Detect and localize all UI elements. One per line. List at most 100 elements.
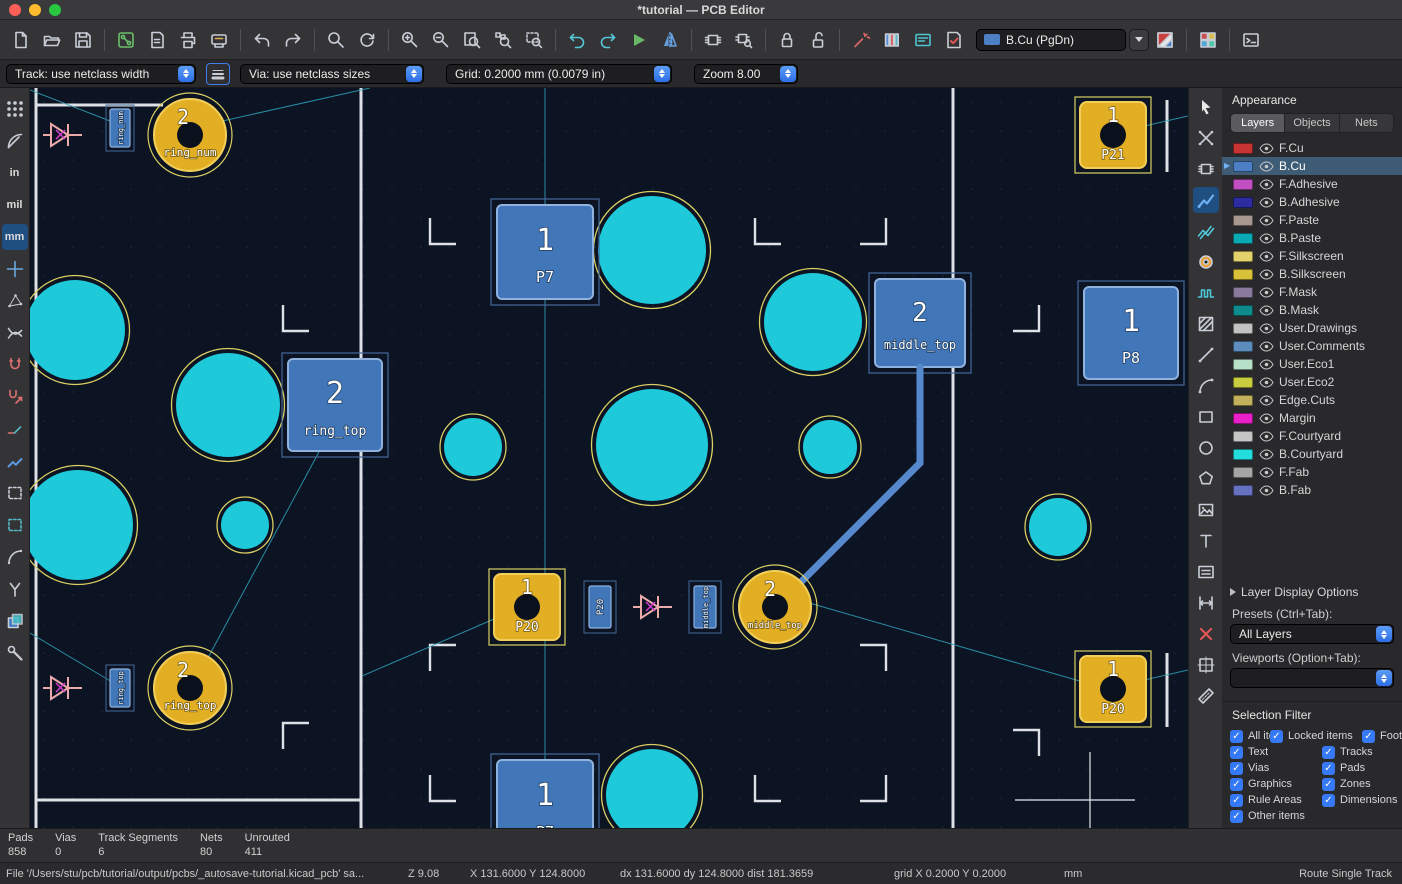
selection-filter-checkbox[interactable]: Graphics bbox=[1230, 776, 1322, 792]
flip-board-view-button[interactable] bbox=[624, 25, 654, 55]
zoom-to-selection-button[interactable] bbox=[519, 25, 549, 55]
track-width-menu-button[interactable] bbox=[206, 63, 230, 85]
layer-color-swatch[interactable] bbox=[1233, 359, 1253, 370]
pad-p7-bottom[interactable]: 1 P7 bbox=[491, 754, 599, 828]
pcb-canvas[interactable]: 1 P7 2 ring_top 2 middle_top bbox=[30, 88, 1188, 828]
ratsnest-visibility-button[interactable] bbox=[2, 288, 28, 314]
selection-filter-checkbox[interactable]: Vias bbox=[1230, 760, 1322, 776]
canvas-area[interactable]: 1 P7 2 ring_top 2 middle_top bbox=[30, 88, 1188, 828]
mirror-view-button[interactable] bbox=[655, 25, 685, 55]
layer-color-swatch[interactable] bbox=[1233, 323, 1253, 334]
place-dimension-button[interactable] bbox=[1193, 590, 1219, 616]
layer-row[interactable]: B.Fab bbox=[1222, 481, 1402, 499]
split-tracks-button[interactable] bbox=[2, 576, 28, 602]
layer-row[interactable]: F.Cu bbox=[1222, 139, 1402, 157]
draw-rectangle-button[interactable] bbox=[1193, 404, 1219, 430]
find-button[interactable] bbox=[321, 25, 351, 55]
pad-p20-right[interactable]: 1 P20 bbox=[1075, 651, 1151, 727]
layer-color-swatch[interactable] bbox=[1233, 179, 1253, 190]
layer-row[interactable]: B.Courtyard bbox=[1222, 445, 1402, 463]
undo-button[interactable] bbox=[247, 25, 277, 55]
pad-p21[interactable]: 1 P21 bbox=[1075, 97, 1151, 173]
selection-filter-checkbox[interactable]: Tracks bbox=[1322, 744, 1402, 760]
layer-color-swatch[interactable] bbox=[1233, 395, 1253, 406]
layer-row[interactable]: B.Silkscreen bbox=[1222, 265, 1402, 283]
local-ratsnest-button[interactable] bbox=[1193, 125, 1219, 151]
layer-row[interactable]: B.Mask bbox=[1222, 301, 1402, 319]
place-text-button[interactable] bbox=[1193, 528, 1219, 554]
layer-visibility-eye-icon[interactable] bbox=[1259, 467, 1274, 478]
zoom-window-button[interactable] bbox=[49, 4, 61, 16]
layer-color-swatch[interactable] bbox=[1233, 197, 1253, 208]
layer-row[interactable]: B.Paste bbox=[1222, 229, 1402, 247]
layer-color-swatch[interactable] bbox=[1233, 341, 1253, 352]
layer-color-swatch[interactable] bbox=[1233, 143, 1253, 154]
layer-row[interactable]: User.Eco2 bbox=[1222, 373, 1402, 391]
magnetic-snap-button[interactable] bbox=[2, 352, 28, 378]
pad-small-middle-top[interactable]: middle_top bbox=[689, 581, 721, 633]
delete-tool-button[interactable] bbox=[1193, 621, 1219, 647]
selection-filter-checkbox[interactable]: Pads bbox=[1322, 760, 1402, 776]
close-window-button[interactable] bbox=[9, 4, 21, 16]
zoom-dropdown[interactable]: Zoom 8.00 bbox=[694, 64, 798, 84]
layer-row[interactable]: F.Mask bbox=[1222, 283, 1402, 301]
appearance-tab[interactable]: Objects bbox=[1285, 114, 1339, 132]
pad-ring-top-tht[interactable]: 2 ring_top bbox=[148, 646, 232, 730]
layer-visibility-eye-icon[interactable] bbox=[1259, 431, 1274, 442]
page-settings-button[interactable] bbox=[142, 25, 172, 55]
place-via-button[interactable] bbox=[1193, 249, 1219, 275]
netlist-button[interactable] bbox=[908, 25, 938, 55]
layer-visibility-eye-icon[interactable] bbox=[1259, 179, 1274, 190]
selection-filter-checkbox[interactable]: Dimensions bbox=[1322, 792, 1402, 808]
layer-visibility-eye-icon[interactable] bbox=[1259, 233, 1274, 244]
layer-color-swatch[interactable] bbox=[1233, 233, 1253, 244]
selection-filter-checkbox[interactable]: Locked items bbox=[1270, 728, 1362, 744]
zoom-fit-page-button[interactable] bbox=[457, 25, 487, 55]
appearance-tab[interactable]: Nets bbox=[1340, 114, 1393, 132]
selection-filter-checkbox[interactable]: Zones bbox=[1322, 776, 1402, 792]
edit-tools-button[interactable] bbox=[2, 640, 28, 666]
layer-visibility-eye-icon[interactable] bbox=[1259, 341, 1274, 352]
layer-row[interactable]: B.Adhesive bbox=[1222, 193, 1402, 211]
layer-visibility-eye-icon[interactable] bbox=[1259, 287, 1274, 298]
layer-row[interactable]: Edge.Cuts bbox=[1222, 391, 1402, 409]
selection-filter-checkbox[interactable]: Footprints bbox=[1362, 728, 1402, 744]
layer-color-swatch[interactable] bbox=[1233, 287, 1253, 298]
place-image-button[interactable] bbox=[1193, 497, 1219, 523]
open-board-button[interactable] bbox=[37, 25, 67, 55]
footprint-browser-button[interactable] bbox=[729, 25, 759, 55]
layer-color-swatch[interactable] bbox=[1233, 377, 1253, 388]
layer-visibility-eye-icon[interactable] bbox=[1259, 269, 1274, 280]
toggle-grid-button[interactable] bbox=[2, 96, 28, 122]
tune-track-length-button[interactable] bbox=[1193, 280, 1219, 306]
layer-visibility-eye-icon[interactable] bbox=[1259, 215, 1274, 226]
layer-row[interactable]: F.Paste bbox=[1222, 211, 1402, 229]
zoom-in-button[interactable] bbox=[395, 25, 425, 55]
layer-display-options[interactable]: Layer Display Options bbox=[1230, 585, 1394, 599]
track-posture-button[interactable] bbox=[2, 416, 28, 442]
track-width-dropdown[interactable]: Track: use netclass width bbox=[6, 64, 196, 84]
plot-button[interactable] bbox=[204, 25, 234, 55]
pad-p7-top[interactable]: 1 P7 bbox=[491, 199, 599, 305]
redo-button[interactable] bbox=[278, 25, 308, 55]
layer-row[interactable]: F.Adhesive bbox=[1222, 175, 1402, 193]
viewports-dropdown[interactable] bbox=[1230, 668, 1394, 688]
draw-zone-button[interactable] bbox=[1193, 311, 1219, 337]
add-footprint-button[interactable] bbox=[1193, 156, 1219, 182]
layer-visibility-eye-icon[interactable] bbox=[1259, 377, 1274, 388]
rotate-ccw-button[interactable] bbox=[562, 25, 592, 55]
active-layer-dropdown[interactable]: B.Cu (PgDn) bbox=[976, 29, 1126, 51]
save-board-button[interactable] bbox=[68, 25, 98, 55]
route-differential-pairs-button[interactable] bbox=[1193, 218, 1219, 244]
units-inches-button[interactable]: in bbox=[2, 160, 28, 186]
new-board-button[interactable] bbox=[6, 25, 36, 55]
selection-area-mode-button[interactable] bbox=[2, 480, 28, 506]
layer-color-swatch[interactable] bbox=[1233, 305, 1253, 316]
layer-row[interactable]: Margin bbox=[1222, 409, 1402, 427]
pad-p20-left[interactable]: 1 P20 bbox=[489, 569, 565, 645]
draw-line-button[interactable] bbox=[1193, 342, 1219, 368]
curved-ratsnest-button[interactable] bbox=[2, 320, 28, 346]
draw-polygon-button[interactable] bbox=[1193, 466, 1219, 492]
layer-visibility-eye-icon[interactable] bbox=[1259, 413, 1274, 424]
layer-visibility-eye-icon[interactable] bbox=[1259, 197, 1274, 208]
